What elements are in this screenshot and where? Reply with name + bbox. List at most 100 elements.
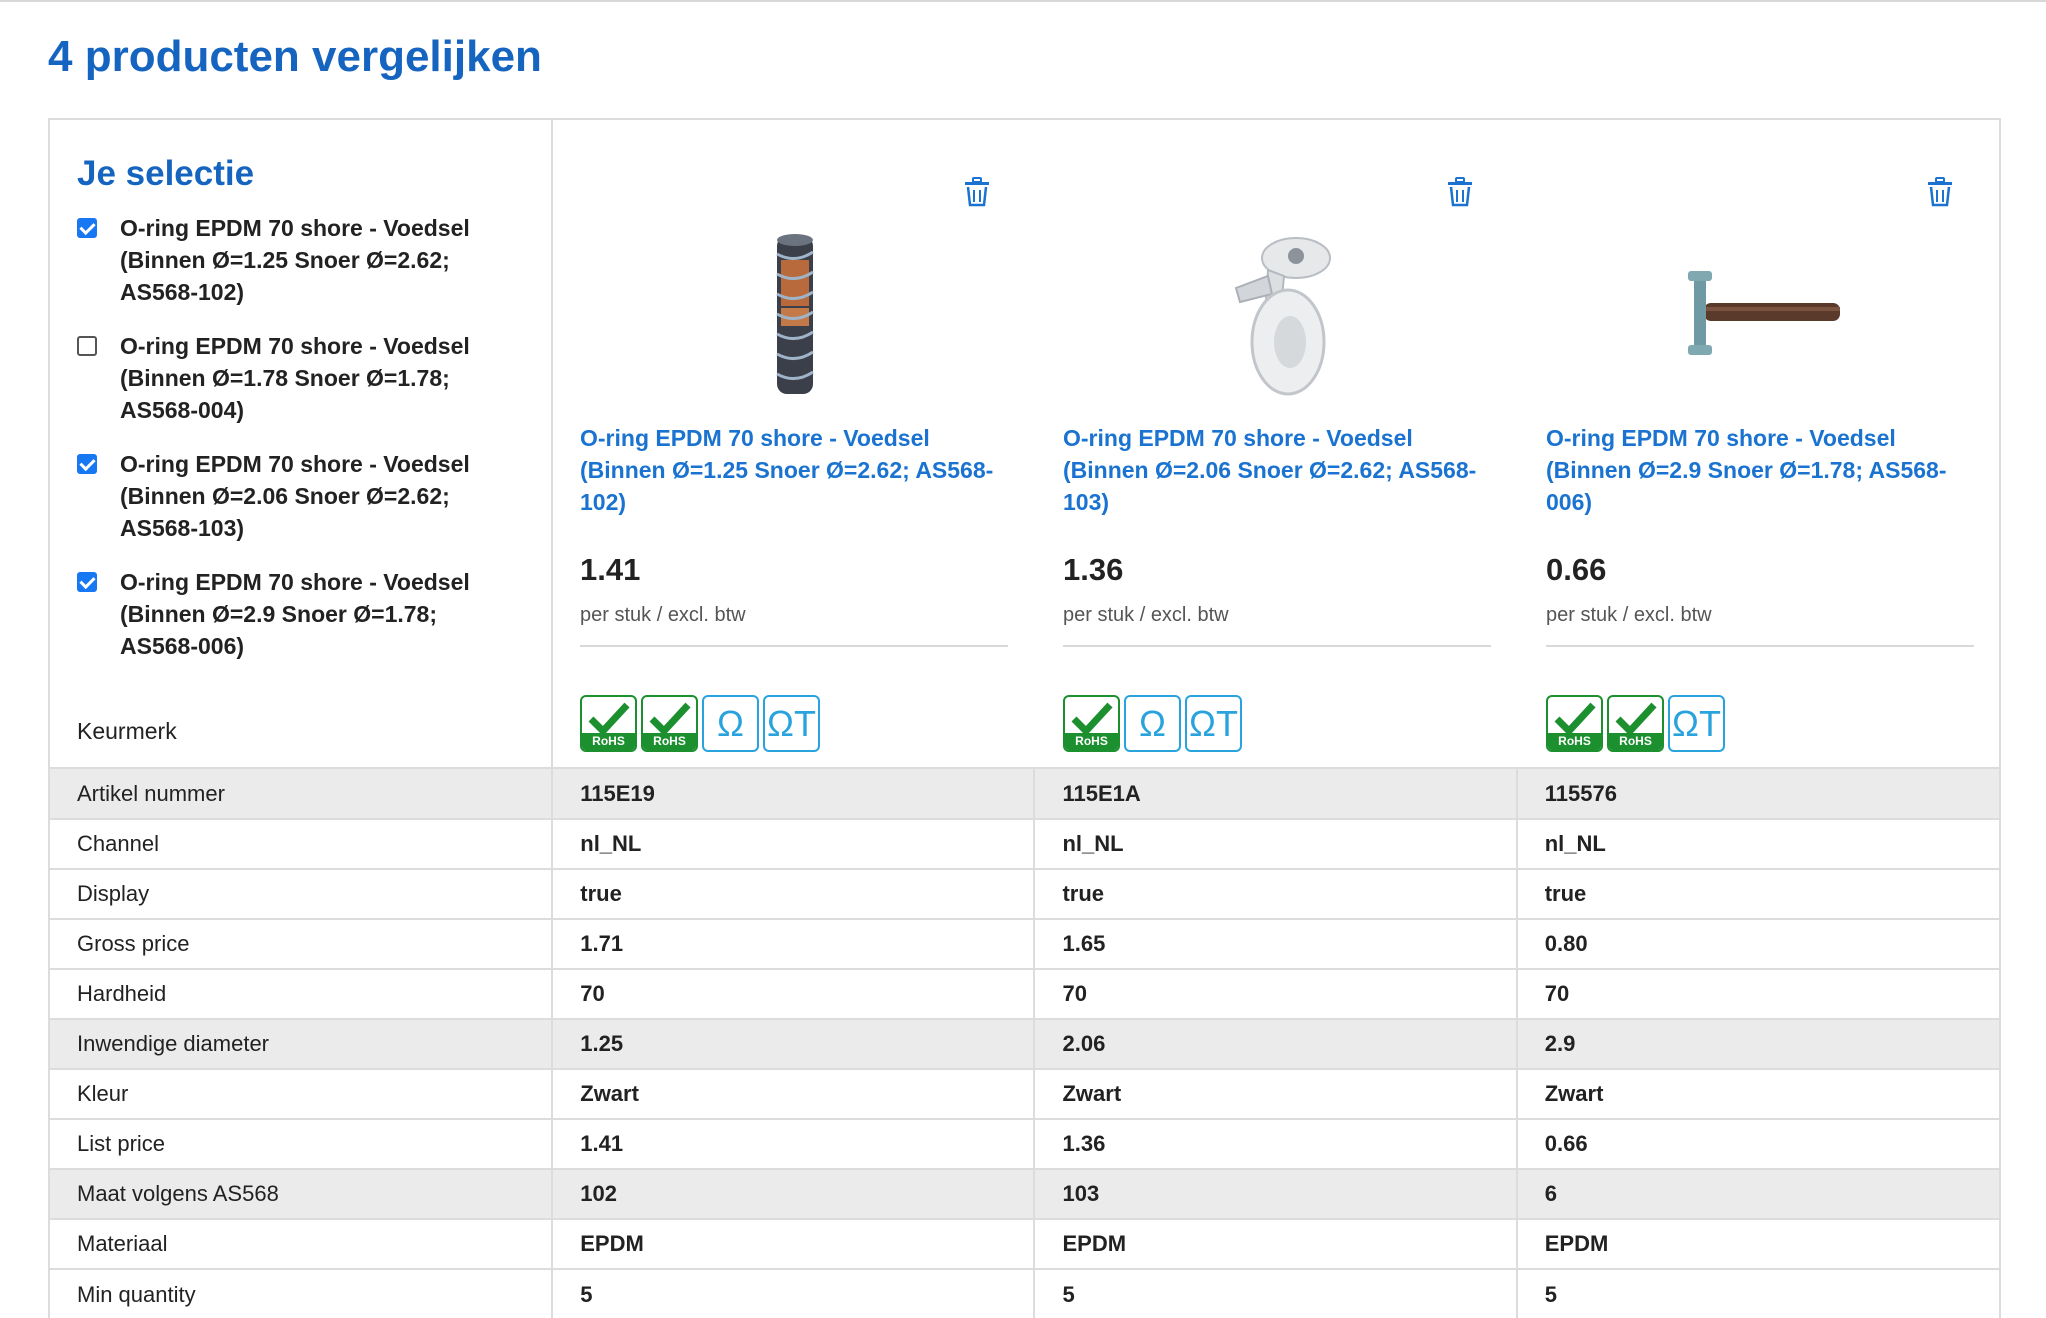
spec-value: 1.71 [552,918,1036,969]
certification-marks: RoHS Ω ΩT [1063,695,1242,752]
rohs-text: RoHS [653,734,686,748]
spec-value: 70 [1034,968,1518,1019]
spec-value: 102 [552,1168,1036,1219]
spec-row: Kleur Zwart Zwart Zwart [50,1068,1999,1119]
product-columns: O-ring EPDM 70 shore - Voedsel (Binnen Ø… [553,120,1999,767]
omega-t-badge-icon: ΩT [1668,695,1725,752]
trash-icon[interactable] [1447,177,1473,207]
trash-icon[interactable] [1927,177,1953,207]
price-note: per stuk / excl. btw [1063,604,1229,626]
page-title: 4 producten vergelijken [48,32,542,81]
spec-label: Inwendige diameter [50,1018,554,1069]
spec-value: EPDM [552,1218,1036,1269]
product-image [1234,237,1331,396]
rohs-badge-icon: RoHS [641,695,698,752]
selection-item-label: O-ring EPDM 70 shore - Voedsel (Binnen Ø… [120,451,470,541]
spec-label: Materiaal [50,1218,554,1269]
spec-row: List price 1.41 1.36 0.66 [50,1118,1999,1169]
selection-item[interactable]: O-ring EPDM 70 shore - Voedsel (Binnen Ø… [77,566,551,662]
spec-label: Min quantity [50,1268,554,1318]
spec-value: Zwart [1034,1068,1518,1119]
selection-checkbox[interactable] [77,336,97,356]
spec-label: List price [50,1118,554,1169]
spec-value: 1.41 [552,1118,1036,1169]
spec-value: 103 [1034,1168,1518,1219]
spec-value: true [1034,868,1518,919]
trash-icon[interactable] [964,177,990,207]
omega-badge-icon: Ω [702,695,759,752]
spec-value: true [552,868,1036,919]
badge-symbol: Ω [1139,702,1166,744]
product-name-link[interactable]: O-ring EPDM 70 shore - Voedsel (Binnen Ø… [1063,422,1493,518]
product-image-wrap[interactable] [1519,230,1999,400]
omega-t-badge-icon: ΩT [763,695,820,752]
product-price: 1.41 [580,552,641,587]
selection-checkbox[interactable] [77,218,97,238]
selection-item-label: O-ring EPDM 70 shore - Voedsel (Binnen Ø… [120,333,470,423]
product-column: O-ring EPDM 70 shore - Voedsel (Binnen Ø… [553,120,1036,767]
product-name-link[interactable]: O-ring EPDM 70 shore - Voedsel (Binnen Ø… [1546,422,1976,518]
selection-panel: Je selectie O-ring EPDM 70 shore - Voeds… [50,120,553,767]
price-note: per stuk / excl. btw [1546,604,1712,626]
spec-value: 0.66 [1516,1118,1999,1169]
spec-row: Maat volgens AS568 102 103 6 [50,1168,1999,1219]
spec-label: Kleur [50,1068,554,1119]
spec-table: Artikel nummer 115E19 115E1A 115576 Channel n… [50,769,1999,1318]
spec-value: nl_NL [1516,818,1999,869]
price-divider [580,645,1008,647]
selection-list: O-ring EPDM 70 shore - Voedsel (Binnen Ø… [77,212,551,662]
keurmerk-label: Keurmerk [77,718,177,744]
spec-row: Display true true true [50,868,1999,919]
rohs-badge-icon: RoHS [1546,695,1603,752]
rohs-badge-icon: RoHS [1063,695,1120,752]
spec-value: Zwart [552,1068,1036,1119]
spec-value: 70 [1516,968,1999,1019]
spec-label: Channel [50,818,554,869]
spec-value: nl_NL [552,818,1036,869]
spec-row: Channel nl_NL nl_NL nl_NL [50,818,1999,869]
spec-value: 115E19 [552,769,1036,819]
spec-label: Artikel nummer [50,769,554,819]
spec-value: Zwart [1516,1068,1999,1119]
spec-label: Gross price [50,918,554,969]
product-image-wrap[interactable] [553,230,1036,400]
spec-value: 2.06 [1034,1018,1518,1069]
omega-t-badge-icon: ΩT [1185,695,1242,752]
selection-title: Je selectie [77,154,255,193]
spec-value: true [1516,868,1999,919]
spec-label: Maat volgens AS568 [50,1168,554,1219]
product-column: O-ring EPDM 70 shore - Voedsel (Binnen Ø… [1519,120,1999,767]
selection-item-label: O-ring EPDM 70 shore - Voedsel (Binnen Ø… [120,215,470,305]
selection-item[interactable]: O-ring EPDM 70 shore - Voedsel (Binnen Ø… [77,448,551,544]
product-image-wrap[interactable] [1036,230,1519,400]
badge-symbol: ΩT [1672,702,1721,744]
spec-row: Hardheid 70 70 70 [50,968,1999,1019]
spec-value: 5 [1516,1268,1999,1318]
badge-symbol: ΩT [1189,702,1238,744]
rohs-badge-icon: RoHS [1607,695,1664,752]
spec-value: 6 [1516,1168,1999,1219]
spec-value: 1.25 [552,1018,1036,1069]
selection-item[interactable]: O-ring EPDM 70 shore - Voedsel (Binnen Ø… [77,330,551,426]
spec-row: Inwendige diameter 1.25 2.06 2.9 [50,1018,1999,1069]
spec-value: 115576 [1516,769,1999,819]
rohs-badge-icon: RoHS [580,695,637,752]
spec-value: 0.80 [1516,918,1999,969]
product-name-link[interactable]: O-ring EPDM 70 shore - Voedsel (Binnen Ø… [580,422,1010,518]
spec-value: 115E1A [1034,769,1518,819]
selection-checkbox[interactable] [77,454,97,474]
product-image [775,234,814,394]
compare-table: Je selectie O-ring EPDM 70 shore - Voeds… [48,118,2001,1318]
selection-item[interactable]: O-ring EPDM 70 shore - Voedsel (Binnen Ø… [77,212,551,308]
selection-checkbox[interactable] [77,572,97,592]
spec-value: 2.9 [1516,1018,1999,1069]
spec-value: 1.36 [1034,1118,1518,1169]
product-column: O-ring EPDM 70 shore - Voedsel (Binnen Ø… [1036,120,1519,767]
certification-marks: RoHS RoHS Ω ΩT [580,695,820,752]
spec-row: Min quantity 5 5 5 [50,1268,1999,1318]
selection-item-label: O-ring EPDM 70 shore - Voedsel (Binnen Ø… [120,569,470,659]
rohs-text: RoHS [592,734,625,748]
rohs-text: RoHS [1558,734,1591,748]
compare-header: Je selectie O-ring EPDM 70 shore - Voeds… [50,120,1999,769]
spec-value: 5 [552,1268,1036,1318]
